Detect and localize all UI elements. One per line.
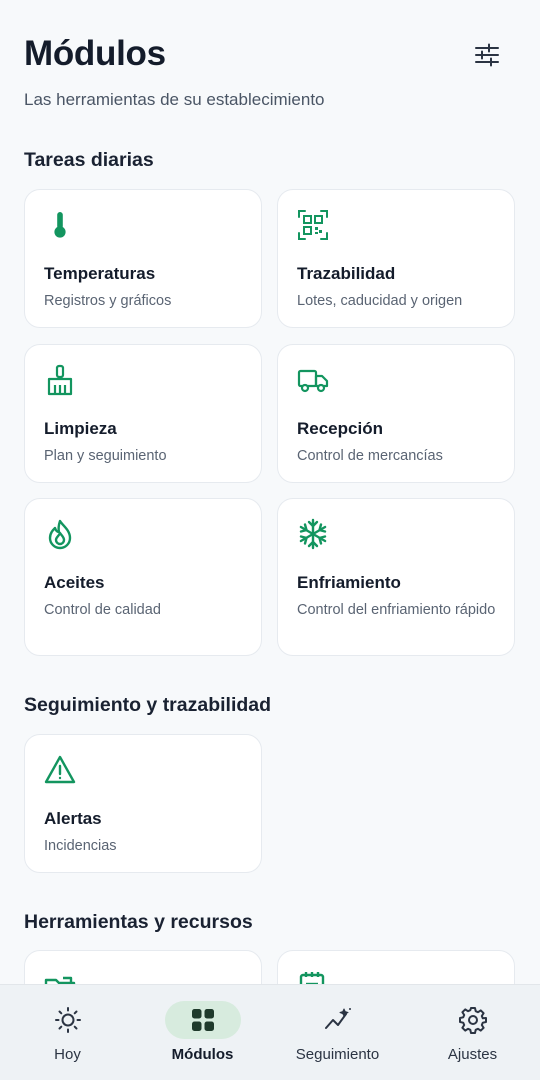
- module-name: Recepción: [297, 419, 383, 438]
- snowflake-icon: [299, 518, 327, 550]
- calendar-list-icon: [299, 972, 325, 984]
- sun-icon: [54, 1007, 81, 1033]
- warning-triangle-icon: [44, 755, 76, 784]
- module-description: Control del enfriamiento rápido: [297, 602, 496, 618]
- folder-icon: [44, 976, 76, 984]
- module-description: Lotes, caducidad y origen: [297, 293, 463, 309]
- nav-item-settings[interactable]: Ajustes: [405, 985, 540, 1080]
- modules-scroll-area[interactable]: Módulos Las herramientas de su estableci…: [0, 0, 540, 984]
- module-description: Control de calidad: [44, 602, 161, 618]
- bottom-navigation: Hoy Módulos Seguimiento Ajustes: [0, 984, 540, 1080]
- nav-item-tracking[interactable]: Seguimiento: [270, 985, 405, 1080]
- module-card-reception[interactable]: Recepción Control de mercancías: [277, 344, 515, 483]
- nav-icon-container: [30, 1001, 106, 1039]
- nav-label: Hoy: [54, 1046, 81, 1063]
- module-card-alerts[interactable]: Alertas Incidencias: [24, 734, 262, 873]
- thermometer-icon: [54, 212, 66, 238]
- section-title-tools: Herramientas y recursos: [24, 911, 253, 933]
- nav-icon-container: [435, 1001, 511, 1039]
- page-header: Módulos: [24, 34, 516, 74]
- section-title-tracking: Seguimiento y trazabilidad: [24, 694, 272, 716]
- qr-code-icon: [298, 210, 328, 240]
- nav-icon-container: [164, 1001, 241, 1039]
- page-title: Módulos: [24, 34, 166, 73]
- truck-icon: [297, 369, 329, 393]
- module-card-cooling[interactable]: Enfriamiento Control del enfriamiento rá…: [277, 498, 515, 656]
- nav-icon-container: [300, 1001, 376, 1039]
- nav-label: Seguimiento: [295, 1046, 380, 1063]
- module-name: Temperaturas: [44, 264, 156, 283]
- module-card-cleaning[interactable]: Limpieza Plan y seguimiento: [24, 344, 262, 483]
- module-name: Aceites: [44, 573, 105, 592]
- module-card-planning[interactable]: [277, 950, 515, 984]
- filter-button[interactable]: [466, 36, 508, 74]
- module-name: Trazabilidad: [297, 264, 396, 283]
- module-description: Plan y seguimiento: [44, 448, 167, 464]
- nav-item-modules[interactable]: Módulos: [135, 985, 270, 1080]
- trend-chart-icon: [324, 1008, 351, 1029]
- module-card-oils[interactable]: Aceites Control de calidad: [24, 498, 262, 656]
- nav-label: Módulos: [171, 1046, 234, 1063]
- sliders-icon: [475, 43, 499, 67]
- module-description: Control de mercancías: [297, 448, 443, 464]
- nav-item-today[interactable]: Hoy: [0, 985, 135, 1080]
- module-description: Incidencias: [44, 838, 117, 854]
- broom-icon: [47, 364, 73, 396]
- oil-drop-icon: [48, 519, 72, 550]
- grid-icon: [191, 1009, 214, 1031]
- module-name: Alertas: [44, 809, 102, 828]
- nav-label: Ajustes: [447, 1046, 498, 1063]
- module-description: Registros y gráficos: [44, 293, 172, 309]
- gear-icon: [458, 1007, 487, 1034]
- page-subtitle: Las herramientas de su establecimiento: [24, 90, 325, 109]
- module-name: Limpieza: [44, 419, 117, 438]
- module-card-temperatures[interactable]: Temperaturas Registros y gráficos: [24, 189, 262, 328]
- section-title-daily-tasks: Tareas diarias: [24, 149, 154, 171]
- module-card-resources[interactable]: [24, 950, 262, 984]
- module-card-traceability[interactable]: Trazabilidad Lotes, caducidad y origen: [277, 189, 515, 328]
- module-name: Enfriamiento: [297, 573, 401, 592]
